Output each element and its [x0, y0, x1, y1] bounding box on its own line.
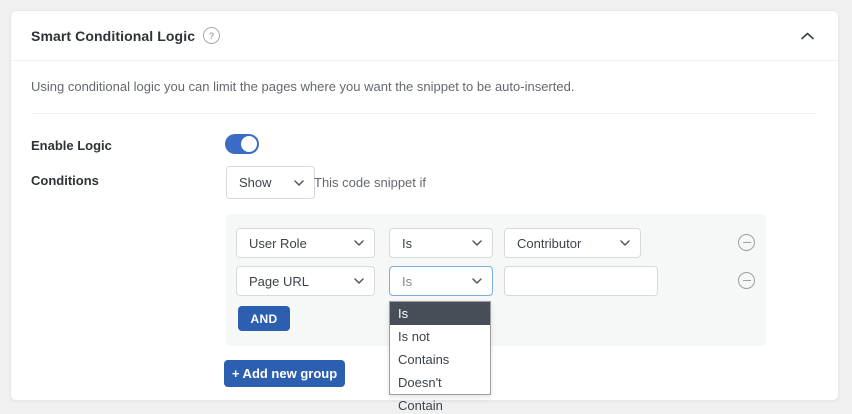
remove-row2-minus-icon[interactable]: [738, 272, 755, 289]
section-divider: [31, 113, 817, 114]
conditions-suffix-text: This code snippet if: [314, 166, 426, 199]
panel-title: Smart Conditional Logic: [31, 28, 195, 44]
remove-row1-minus-icon[interactable]: [738, 234, 755, 251]
and-join-button[interactable]: AND: [238, 306, 290, 331]
chevron-down-icon: [620, 240, 630, 246]
enable-logic-toggle[interactable]: [225, 134, 259, 154]
condition-row2-value-input[interactable]: [504, 266, 658, 296]
condition-row1-operator-select[interactable]: Is: [389, 228, 493, 258]
page-background: Smart Conditional Logic ? Using conditio…: [0, 0, 852, 414]
conditions-label: Conditions: [31, 173, 99, 188]
condition-row2-field-select[interactable]: Page URL: [236, 266, 375, 296]
smart-conditional-logic-panel: Smart Conditional Logic ? Using conditio…: [10, 10, 839, 401]
help-icon-glyph: ?: [209, 31, 215, 41]
operator-option-is-not[interactable]: Is not: [390, 325, 490, 348]
field-select-value: Page URL: [249, 274, 309, 289]
condition-group: User Role Is Contributor Page URL: [226, 214, 766, 346]
chevron-down-icon: [472, 278, 482, 284]
chevron-down-icon: [354, 278, 364, 284]
operator-select-value: Is: [402, 236, 412, 251]
minus-glyph: [743, 280, 751, 282]
chevron-up-icon[interactable]: [797, 28, 818, 44]
operator-option-contains[interactable]: Contains: [390, 348, 490, 371]
chevron-down-icon: [354, 240, 364, 246]
value-select-value: Contributor: [517, 236, 581, 251]
toggle-knob: [241, 136, 257, 152]
panel-description: Using conditional logic you can limit th…: [11, 61, 838, 94]
help-icon[interactable]: ?: [203, 27, 220, 44]
condition-row1-value-select[interactable]: Contributor: [504, 228, 641, 258]
operator-option-doesnt-contain[interactable]: Doesn't Contain: [390, 371, 490, 394]
condition-row1-field-select[interactable]: User Role: [236, 228, 375, 258]
minus-glyph: [743, 242, 751, 244]
panel-title-group: Smart Conditional Logic ?: [31, 27, 220, 44]
show-hide-select[interactable]: Show: [226, 166, 315, 199]
operator-option-is[interactable]: Is: [390, 302, 490, 325]
field-select-value: User Role: [249, 236, 307, 251]
panel-header: Smart Conditional Logic ?: [11, 11, 838, 61]
show-hide-select-value: Show: [239, 175, 272, 190]
operator-select-value: Is: [402, 274, 412, 289]
chevron-down-icon: [294, 180, 304, 186]
condition-row2-operator-select[interactable]: Is: [389, 266, 493, 296]
chevron-down-icon: [472, 240, 482, 246]
add-new-group-button[interactable]: + Add new group: [224, 360, 345, 387]
operator-dropdown-menu: Is Is not Contains Doesn't Contain: [389, 301, 491, 395]
enable-logic-label: Enable Logic: [31, 138, 112, 153]
